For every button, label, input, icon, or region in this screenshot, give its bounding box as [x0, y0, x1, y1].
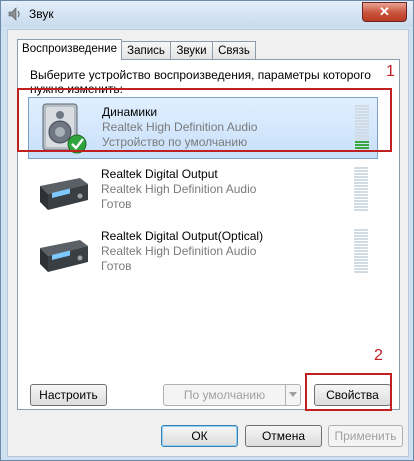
device-status: Готов — [101, 259, 132, 273]
digital-output-icon — [40, 240, 88, 272]
volume-meter — [354, 167, 368, 213]
window-title: Звук — [29, 7, 54, 21]
chevron-down-icon — [289, 392, 297, 397]
sound-app-icon — [8, 7, 20, 21]
annotation-box-2 — [305, 373, 392, 411]
device-driver: Realtek High Definition Audio — [101, 182, 257, 196]
annotation-box-1 — [17, 88, 392, 152]
close-icon: ✕ — [379, 4, 390, 19]
device-driver: Realtek High Definition Audio — [101, 244, 257, 258]
close-button[interactable]: ✕ — [362, 2, 407, 22]
annotation-number-2: 2 — [374, 347, 383, 364]
device-name: Realtek Digital Output — [101, 167, 218, 181]
tab-playback[interactable]: Воспроизведение — [17, 39, 122, 60]
annotation-number-1: 1 — [386, 63, 395, 80]
digital-output-icon — [40, 178, 88, 210]
tab-recording[interactable]: Запись — [121, 41, 171, 59]
configure-button[interactable]: Настроить — [30, 384, 107, 406]
apply-button[interactable]: Применить — [328, 425, 403, 447]
set-default-button[interactable]: По умолчанию — [163, 384, 286, 406]
title-bar[interactable]: Звук ✕ — [1, 1, 413, 27]
volume-meter — [354, 229, 368, 275]
set-default-dropdown[interactable] — [285, 384, 301, 406]
device-name: Realtek Digital Output(Optical) — [101, 229, 264, 243]
tab-sounds[interactable]: Звуки — [170, 41, 213, 59]
device-item-digital-output[interactable]: Realtek Digital Output Realtek High Defi… — [28, 160, 378, 222]
tab-communications[interactable]: Связь — [212, 41, 256, 59]
device-item-digital-output-optical[interactable]: Realtek Digital Output(Optical) Realtek … — [28, 222, 378, 284]
device-status: Готов — [101, 197, 132, 211]
cancel-button[interactable]: Отмена — [245, 425, 322, 447]
ok-button[interactable]: ОК — [161, 425, 238, 447]
